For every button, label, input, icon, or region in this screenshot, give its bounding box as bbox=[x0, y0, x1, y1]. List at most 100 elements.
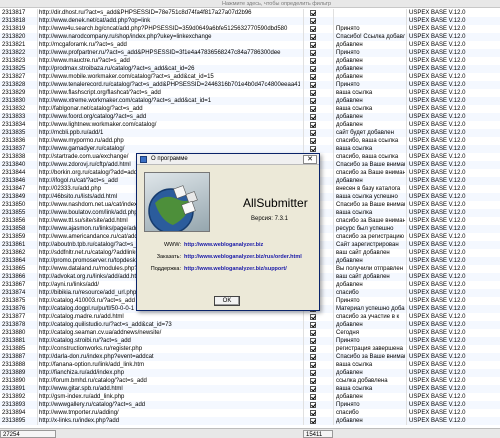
row-checkbox-cell bbox=[303, 385, 333, 393]
table-row[interactable]: 2313890 http://forum.bmhd.ru/catalog/?act… bbox=[0, 377, 500, 385]
dialog-title: О программе bbox=[151, 156, 188, 162]
table-row[interactable]: 2313891 http://www.gitar.spb.ru/add.html в… bbox=[0, 385, 500, 393]
globe-logo-icon bbox=[144, 172, 210, 232]
table-row[interactable]: 2313822 http://www.profpartner.ru/?act=s_… bbox=[0, 49, 500, 57]
table-row[interactable]: 2313887 http://darla-don.ru/index.php?eve… bbox=[0, 353, 500, 361]
table-row[interactable]: 2313889 http://fianchiza.ru/add/index.php… bbox=[0, 369, 500, 377]
row-checkbox-cell bbox=[303, 49, 333, 57]
row-checkbox[interactable] bbox=[310, 66, 316, 72]
row-checkbox[interactable] bbox=[310, 362, 316, 368]
table-row[interactable]: 2313893 http://wwwgallery.ru/catalog/?act… bbox=[0, 401, 500, 409]
row-app: USPEX BASE V.12.0 bbox=[406, 321, 500, 329]
table-row[interactable]: 2313834 http://www.lightnew.workmaker.com… bbox=[0, 121, 500, 129]
row-checkbox[interactable] bbox=[310, 330, 316, 336]
row-checkbox[interactable] bbox=[310, 394, 316, 400]
row-checkbox[interactable] bbox=[310, 370, 316, 376]
row-checkbox[interactable] bbox=[310, 18, 316, 24]
table-row[interactable]: 2313818 http://www.denek.net/cat/add.php?… bbox=[0, 17, 500, 25]
row-id: 2313864 bbox=[2, 258, 26, 264]
table-row[interactable]: 2313881 http://catalog.stroibi.ru/?act=s_… bbox=[0, 337, 500, 345]
table-row[interactable]: 2313894 http://www.tmporter.ru/adding/спа… bbox=[0, 409, 500, 417]
filter-bar[interactable]: Нажмите здесь, чтобы определить фильтр bbox=[0, 0, 500, 8]
row-checkbox[interactable] bbox=[310, 122, 316, 128]
row-checkbox[interactable] bbox=[310, 26, 316, 32]
row-checkbox[interactable] bbox=[310, 42, 316, 48]
row-checkbox[interactable] bbox=[310, 106, 316, 112]
table-row[interactable]: 2313837 http://www.gamadyer.ru/catalog/ва… bbox=[0, 145, 500, 153]
row-checkbox[interactable] bbox=[310, 74, 316, 80]
table-row[interactable]: 2313836 http://www.mypormo.ru/add.php спас… bbox=[0, 137, 500, 145]
row-status: добавлен bbox=[333, 121, 405, 129]
row-app: USPEX BASE V.12.0 bbox=[406, 193, 500, 201]
table-row[interactable]: 2313877 http://catalog.madre.ru/add.html с… bbox=[0, 313, 500, 321]
row-checkbox[interactable] bbox=[310, 418, 316, 424]
support-link[interactable]: http://www.webloganalyzer.biz/support/ bbox=[184, 266, 287, 272]
table-row[interactable]: 2313833 http://www.foord.org/catalog/?act… bbox=[0, 113, 500, 121]
table-row[interactable]: 2313823 http://www.mauctre.ru/?act=s_add д… bbox=[0, 57, 500, 65]
table-row[interactable]: 2313819 http://www4u.search.bg/cncat/add.… bbox=[0, 25, 500, 33]
dialog-titlebar[interactable]: О программе ✕ bbox=[137, 154, 319, 165]
table-row[interactable]: 2313825 http://prodmax.stroibaza.ru/catal… bbox=[0, 65, 500, 73]
table-row[interactable]: 2313828 http://www.tenalerecord.ru/catalo… bbox=[0, 81, 500, 89]
row-checkbox[interactable] bbox=[310, 114, 316, 120]
row-checkbox[interactable] bbox=[310, 354, 316, 360]
row-checkbox[interactable] bbox=[310, 314, 316, 320]
row-id: 2313880 bbox=[2, 330, 26, 336]
order-label: Заказать: bbox=[156, 254, 181, 260]
row-checkbox[interactable] bbox=[310, 34, 316, 40]
row-checkbox-cell bbox=[303, 393, 333, 401]
row-status: Сегодня bbox=[333, 329, 405, 337]
table-row[interactable]: 2313895 http://x-links.ru/index.php?add до… bbox=[0, 417, 500, 425]
row-id: 2313847 bbox=[2, 186, 26, 192]
table-row[interactable]: 2313878 http://catalog.quilistudio.ru/?ac… bbox=[0, 321, 500, 329]
table-row[interactable]: 2313832 http://fablgonar.net/catalog/?act… bbox=[0, 105, 500, 113]
row-checkbox[interactable] bbox=[310, 338, 316, 344]
order-link[interactable]: http://www.webloganalyzer.biz/rus/order.… bbox=[184, 254, 302, 260]
row-checkbox[interactable] bbox=[310, 138, 316, 144]
row-checkbox[interactable] bbox=[310, 82, 316, 88]
table-row[interactable]: 2313821 http://mcgaforamk.ru/?act=s_add до… bbox=[0, 41, 500, 49]
table-row[interactable]: 2313820 http://www.narodcompany.ru/shop/i… bbox=[0, 33, 500, 41]
row-checkbox[interactable] bbox=[310, 410, 316, 416]
row-checkbox[interactable] bbox=[310, 322, 316, 328]
filter-hint[interactable]: Нажмите здесь, чтобы определить фильтр bbox=[222, 0, 422, 8]
row-checkbox[interactable] bbox=[310, 146, 316, 152]
row-checkbox[interactable] bbox=[310, 130, 316, 136]
table-row[interactable]: 2313829 http://www.flashscript.org/flashc… bbox=[0, 89, 500, 97]
table-row[interactable]: 2313885 http://constructionworks.ru/regis… bbox=[0, 345, 500, 353]
table-row[interactable]: 2313830 http://www.xtreme.workmaker.com/c… bbox=[0, 97, 500, 105]
row-checkbox-cell bbox=[303, 417, 333, 425]
table-row[interactable]: 2313817 http://dir.dhost.ru/?act=s_add&PH… bbox=[0, 9, 500, 17]
row-url: http://www4u.search.bg/cncat/add.php?PHP… bbox=[37, 25, 300, 33]
row-url: http://www.narodcompany.ru/shop/index.ph… bbox=[37, 33, 300, 41]
row-status: ваша ссылка bbox=[333, 385, 405, 393]
row-status: Принято bbox=[333, 337, 405, 345]
row-checkbox[interactable] bbox=[310, 346, 316, 352]
table-row[interactable]: 2313880 http://catalog.seaman.cv.ua/addne… bbox=[0, 329, 500, 337]
ok-button[interactable]: OK bbox=[214, 296, 240, 306]
table-row[interactable]: 2313892 http://gsm-index.ru/add_link.php д… bbox=[0, 393, 500, 401]
www-row: WWW: http://www.webloganalyzer.biz bbox=[147, 242, 263, 249]
row-checkbox[interactable] bbox=[310, 58, 316, 64]
row-checkbox[interactable] bbox=[310, 386, 316, 392]
row-checkbox-cell bbox=[303, 113, 333, 121]
row-checkbox[interactable] bbox=[310, 378, 316, 384]
row-id: 2313828 bbox=[2, 82, 26, 88]
row-checkbox[interactable] bbox=[310, 90, 316, 96]
row-checkbox[interactable] bbox=[310, 10, 316, 16]
row-checkbox[interactable] bbox=[310, 402, 316, 408]
close-button[interactable]: ✕ bbox=[303, 155, 317, 164]
table-row[interactable]: 2313835 http://mcbli.ppb.ru/add/1 сайт буд… bbox=[0, 129, 500, 137]
table-row[interactable]: 2313888 http://fanana-option.ru/link/add_… bbox=[0, 361, 500, 369]
row-status: ваша ссылка bbox=[333, 209, 405, 217]
row-status: спасибо, ваша ссылка bbox=[333, 137, 405, 145]
www-link[interactable]: http://www.webloganalyzer.biz bbox=[184, 242, 263, 248]
row-checkbox[interactable] bbox=[310, 98, 316, 104]
row-checkbox[interactable] bbox=[310, 50, 316, 56]
row-url: http://www.xtreme.workmaker.com/catalog/… bbox=[37, 97, 300, 105]
row-url: http://www.mobile.workmaker.com/catalog/… bbox=[37, 73, 300, 81]
table-row[interactable]: 2313827 http://www.mobile.workmaker.com/c… bbox=[0, 73, 500, 81]
row-app: USPEX BASE V.12.0 bbox=[406, 17, 500, 25]
row-status: спасибо, ваша ссылка bbox=[333, 153, 405, 161]
row-status: Сайт зарегистрирован bbox=[333, 241, 405, 249]
